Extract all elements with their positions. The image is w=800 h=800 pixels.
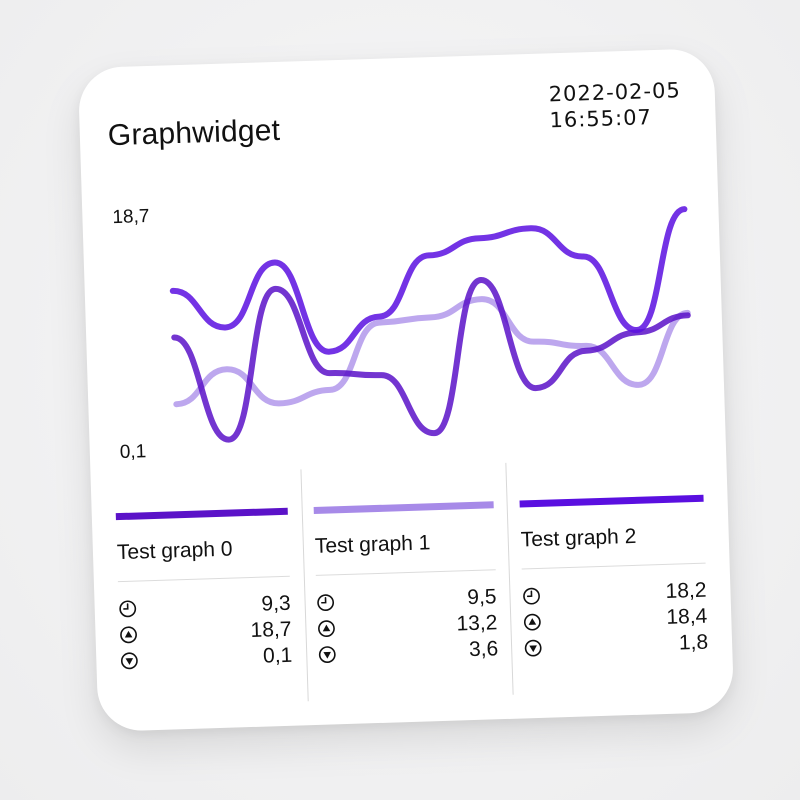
triangle-up-circle-icon: [119, 626, 138, 645]
stat-min: 3,6: [318, 637, 499, 669]
legend-item-test-graph-1[interactable]: Test graph 1 9,5 13,2 3,6: [312, 463, 499, 701]
clock-icon: [522, 587, 541, 606]
timestamp: 2022-02-05 16:55:07: [548, 77, 682, 133]
min-value: 0,1: [262, 643, 293, 668]
triangle-down-circle-icon: [318, 645, 337, 664]
series-name: Test graph 2: [520, 524, 637, 552]
legend-item-test-graph-2[interactable]: Test graph 2 18,2 18,4 1,8: [518, 457, 709, 695]
background: Graphwidget 2022-02-05 16:55:07 18,7 0,1…: [0, 0, 800, 800]
series-color-swatch: [519, 494, 704, 508]
series-color-swatch: [115, 507, 288, 521]
line-chart: [169, 206, 691, 443]
divider: [315, 569, 496, 576]
series-name: Test graph 0: [116, 537, 233, 565]
divider: [117, 575, 290, 583]
triangle-down-circle-icon: [524, 639, 543, 658]
min-value: 1,8: [678, 630, 709, 655]
triangle-down-circle-icon: [120, 652, 139, 671]
graph-widget-card[interactable]: Graphwidget 2022-02-05 16:55:07 18,7 0,1…: [77, 48, 735, 732]
series-line-test-graph-2: [169, 206, 688, 355]
max-value: 18,4: [666, 604, 708, 629]
stat-min: 1,8: [524, 631, 709, 663]
series-name: Test graph 1: [314, 531, 431, 558]
min-value: 3,6: [468, 637, 499, 662]
triangle-up-circle-icon: [317, 619, 336, 638]
legend-divider: [300, 469, 309, 702]
legend-divider: [505, 462, 514, 695]
divider: [521, 562, 706, 570]
current-value: 9,5: [466, 585, 497, 610]
triangle-up-circle-icon: [523, 613, 542, 632]
timestamp-date: 2022-02-05: [548, 78, 682, 107]
legend-item-test-graph-0[interactable]: Test graph 0 9,3 18,7 0,1: [115, 470, 294, 707]
legend: Test graph 0 9,3 18,7 0,1 Test graph 1 9…: [91, 456, 734, 716]
max-value: 13,2: [456, 611, 498, 636]
widget-title: Graphwidget: [107, 113, 281, 153]
current-value: 9,3: [261, 591, 292, 616]
clock-icon: [118, 600, 137, 619]
clock-icon: [316, 593, 335, 612]
max-value: 18,7: [250, 617, 292, 642]
stat-min: 0,1: [120, 644, 293, 675]
y-axis-max-label: 18,7: [112, 205, 150, 229]
series-color-swatch: [313, 501, 494, 514]
current-value: 18,2: [665, 578, 707, 603]
timestamp-time: 16:55:07: [549, 105, 653, 133]
y-axis-min-label: 0,1: [119, 441, 147, 464]
